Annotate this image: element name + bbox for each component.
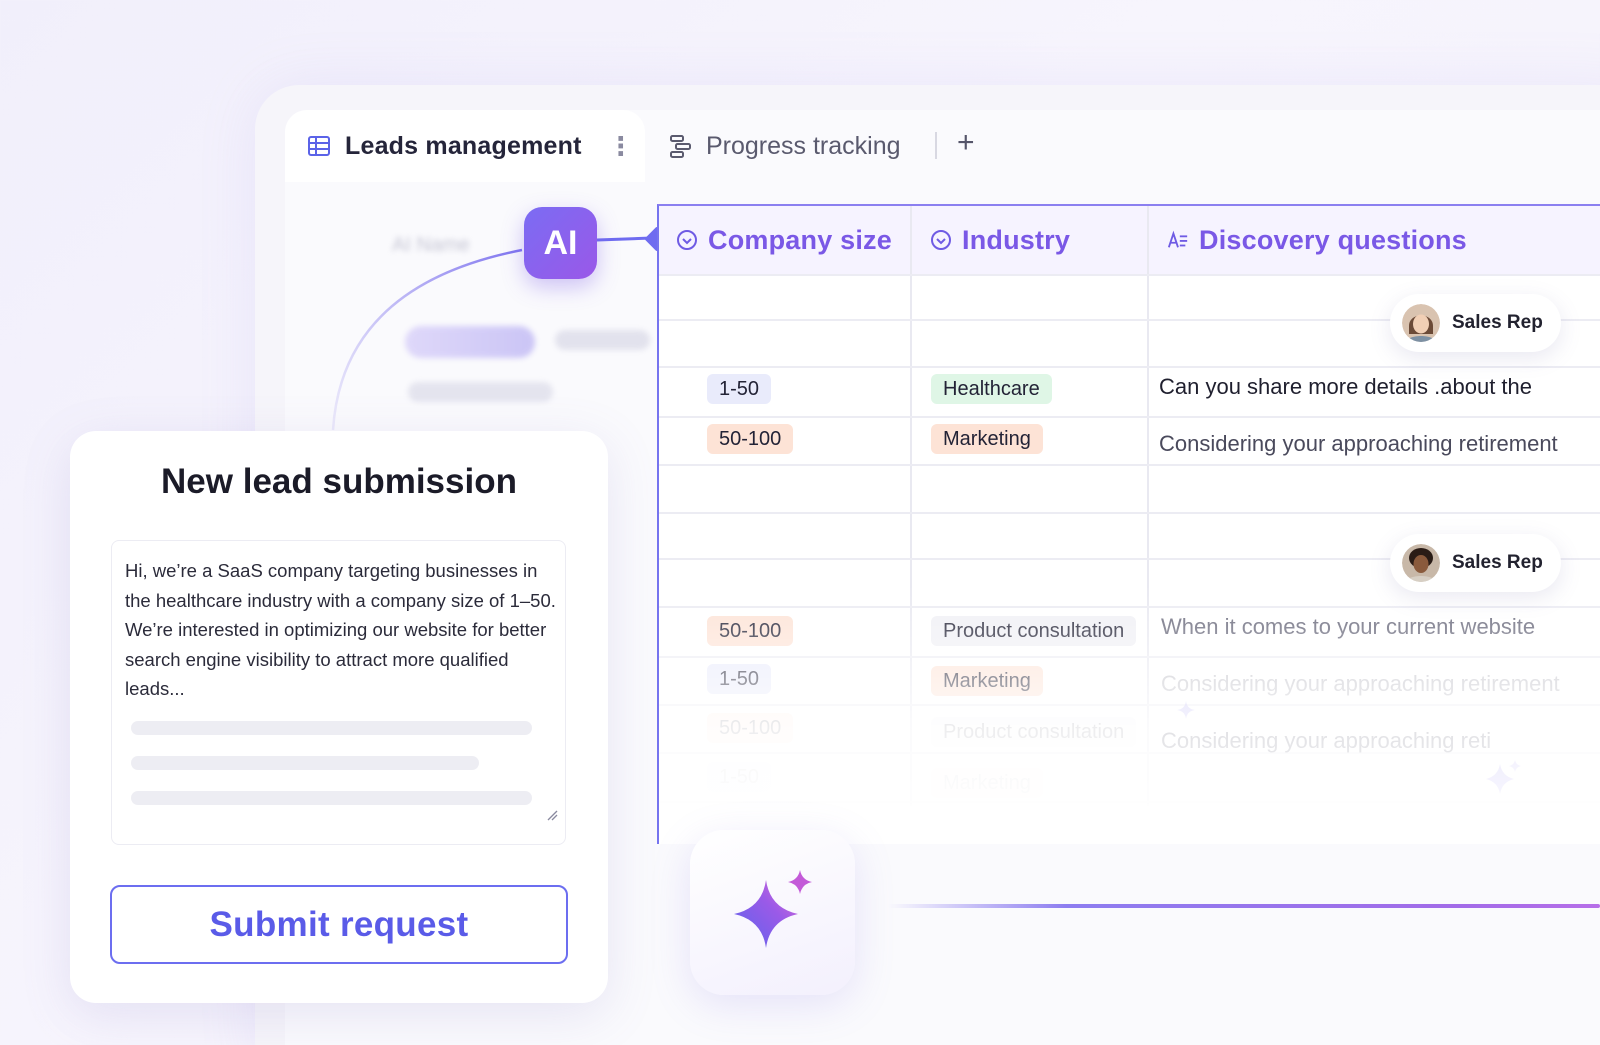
- industry-chip[interactable]: Healthcare: [931, 374, 1052, 404]
- company-size-chip[interactable]: 1-50: [707, 762, 772, 792]
- row-divider: [659, 606, 1600, 608]
- leads-table: Company size Industry Discovery question…: [657, 204, 1600, 844]
- company-size-chip[interactable]: 50-100: [707, 713, 794, 743]
- discovery-question-cell[interactable]: Considering your approaching retirement: [1161, 671, 1600, 697]
- column-header-discovery-questions[interactable]: Discovery questions: [1149, 206, 1600, 274]
- industry-chip[interactable]: Marketing: [931, 424, 1043, 454]
- sales-rep-label: Sales Rep: [1452, 552, 1543, 573]
- add-tab-button[interactable]: +: [957, 128, 975, 158]
- column-header-label: Company size: [708, 224, 892, 255]
- company-size-chip[interactable]: 1-50: [707, 664, 772, 694]
- discovery-question-cell[interactable]: Considering your approaching retirement: [1159, 431, 1600, 457]
- industry-chip[interactable]: Marketing: [931, 768, 1043, 798]
- tab-separator: [935, 132, 937, 159]
- ai-sparkle-icon: [733, 869, 812, 948]
- column-divider: [910, 206, 912, 806]
- ai-flow-line: [888, 904, 1600, 908]
- company-size-chip[interactable]: 1-50: [707, 374, 772, 404]
- ai-text-icon: [1167, 230, 1188, 248]
- loading-skeleton-line: [131, 721, 532, 735]
- discovery-question-cell[interactable]: When it comes to your current website: [1161, 614, 1600, 640]
- ghost-name-label: AI Name: [392, 234, 470, 256]
- industry-chip[interactable]: Product consultation: [931, 616, 1137, 646]
- sales-rep-tag[interactable]: Sales Rep: [1390, 294, 1561, 352]
- row-divider: [659, 704, 1600, 706]
- more-vertical-icon[interactable]: ⋮: [608, 133, 634, 159]
- sales-rep-tag[interactable]: Sales Rep: [1390, 534, 1561, 592]
- row-divider: [659, 512, 1600, 514]
- loading-skeleton-line: [131, 756, 479, 770]
- column-header-industry[interactable]: Industry: [912, 206, 1148, 274]
- ghost-text: [408, 382, 553, 402]
- industry-chip[interactable]: Product consultation: [931, 717, 1137, 747]
- ghost-pill: [405, 326, 535, 358]
- sales-rep-label: Sales Rep: [1452, 312, 1543, 333]
- lead-message-text: Hi, we’re a SaaS company targeting busin…: [125, 560, 556, 699]
- row-divider: [659, 366, 1600, 368]
- resize-handle-icon[interactable]: [546, 809, 558, 821]
- loading-skeleton-line: [131, 791, 532, 805]
- submit-request-button[interactable]: Submit request: [110, 885, 568, 964]
- progress-steps-icon: [670, 135, 691, 158]
- column-header-label: Industry: [962, 224, 1071, 255]
- ai-badge: AI: [524, 207, 597, 279]
- discovery-question-cell[interactable]: Considering your approaching reti: [1161, 728, 1541, 754]
- row-divider: [659, 416, 1600, 418]
- select-circle-icon: [677, 230, 697, 250]
- table-grid-icon: [308, 136, 330, 156]
- select-circle-icon: [931, 230, 951, 250]
- column-header-label: Discovery questions: [1199, 224, 1467, 255]
- form-title: New lead submission: [161, 462, 517, 501]
- column-header-company-size[interactable]: Company size: [659, 206, 911, 274]
- tab-leads-management[interactable]: Leads management ⋮: [285, 110, 645, 182]
- industry-chip[interactable]: Marketing: [931, 666, 1043, 696]
- company-size-chip[interactable]: 50-100: [707, 616, 794, 646]
- discovery-question-cell[interactable]: Can you share more details .about the: [1159, 374, 1600, 400]
- tab-label: Leads management: [345, 131, 582, 160]
- column-divider: [1147, 206, 1149, 806]
- tab-label: Progress tracking: [706, 131, 901, 160]
- avatar: [1402, 544, 1440, 582]
- row-divider: [659, 464, 1600, 466]
- row-divider: [659, 801, 1600, 803]
- sparkle-icon: [1486, 760, 1521, 794]
- avatar: [1402, 304, 1440, 342]
- company-size-chip[interactable]: 50-100: [707, 424, 794, 454]
- ghost-text: [555, 330, 650, 350]
- tab-progress-tracking[interactable]: Progress tracking: [668, 126, 901, 166]
- small-sparkle-icon: [1177, 701, 1195, 719]
- row-divider: [659, 274, 1600, 276]
- ai-generate-button[interactable]: [690, 830, 855, 995]
- row-divider: [659, 656, 1600, 658]
